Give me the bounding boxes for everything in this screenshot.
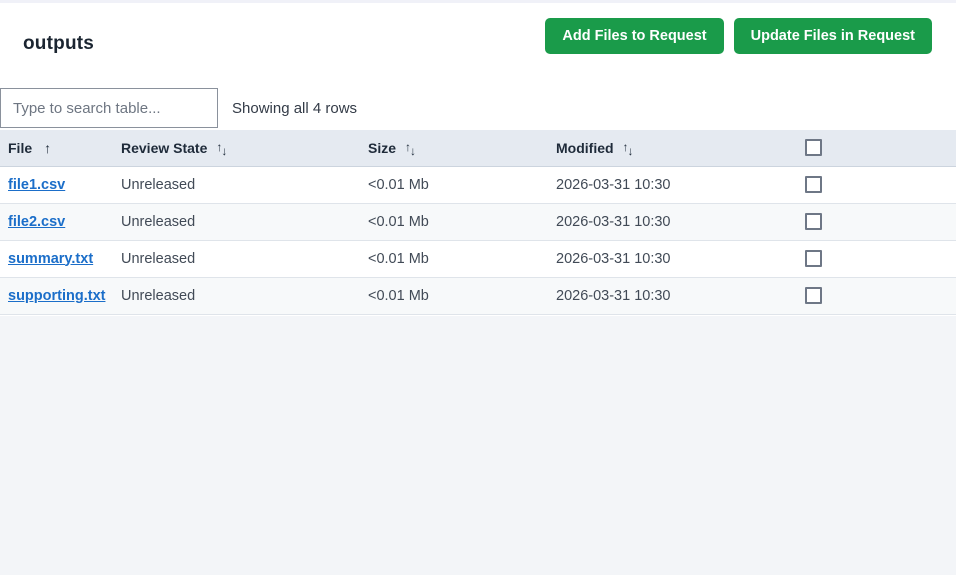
column-header-size[interactable]: Size ↑↓ [360,130,548,166]
row-checkbox[interactable] [805,250,822,267]
table-row: file1.csv Unreleased <0.01 Mb 2026-03-31… [0,166,956,203]
update-files-button[interactable]: Update Files in Request [734,18,932,54]
table-row: file2.csv Unreleased <0.01 Mb 2026-03-31… [0,203,956,240]
column-label: Modified [556,140,614,156]
sort-ascending-icon: ↑ [44,140,51,156]
file-link[interactable]: summary.txt [8,251,93,267]
row-checkbox[interactable] [805,287,822,304]
size-cell: <0.01 Mb [360,203,548,240]
row-count-status: Showing all 4 rows [232,100,357,117]
sort-icon: ↑↓ [623,142,633,156]
table-row: supporting.txt Unreleased <0.01 Mb 2026-… [0,277,956,314]
column-label: Review State [121,140,207,156]
modified-cell: 2026-03-31 10:30 [548,166,797,203]
column-header-modified[interactable]: Modified ↑↓ [548,130,797,166]
table-row: summary.txt Unreleased <0.01 Mb 2026-03-… [0,240,956,277]
size-cell: <0.01 Mb [360,166,548,203]
table-header-row: File ↑ Review State ↑↓ Size ↑↓ Modified ↑↓ [0,130,956,166]
column-header-review-state[interactable]: Review State ↑↓ [113,130,360,166]
review-state-cell: Unreleased [113,240,360,277]
review-state-cell: Unreleased [113,166,360,203]
column-label: File [8,140,32,156]
add-files-button[interactable]: Add Files to Request [545,18,723,54]
select-all-checkbox[interactable] [805,139,822,156]
files-table: File ↑ Review State ↑↓ Size ↑↓ Modified ↑↓ f… [0,130,956,315]
row-checkbox[interactable] [805,176,822,193]
sort-icon: ↑↓ [405,142,415,156]
sort-icon: ↑↓ [216,142,226,156]
file-link[interactable]: supporting.txt [8,288,105,304]
search-input[interactable] [0,88,218,128]
file-link[interactable]: file1.csv [8,177,65,193]
column-header-file[interactable]: File ↑ [0,130,113,166]
modified-cell: 2026-03-31 10:30 [548,203,797,240]
column-header-select [797,130,956,166]
page-title: outputs [23,33,94,55]
file-link[interactable]: file2.csv [8,214,65,230]
modified-cell: 2026-03-31 10:30 [548,240,797,277]
toolbar-actions: Add Files to Request Update Files in Req… [545,18,932,54]
content-panel: outputs Add Files to Request Update File… [0,3,956,316]
size-cell: <0.01 Mb [360,240,548,277]
review-state-cell: Unreleased [113,277,360,314]
row-checkbox[interactable] [805,213,822,230]
modified-cell: 2026-03-31 10:30 [548,277,797,314]
review-state-cell: Unreleased [113,203,360,240]
column-label: Size [368,140,396,156]
size-cell: <0.01 Mb [360,277,548,314]
